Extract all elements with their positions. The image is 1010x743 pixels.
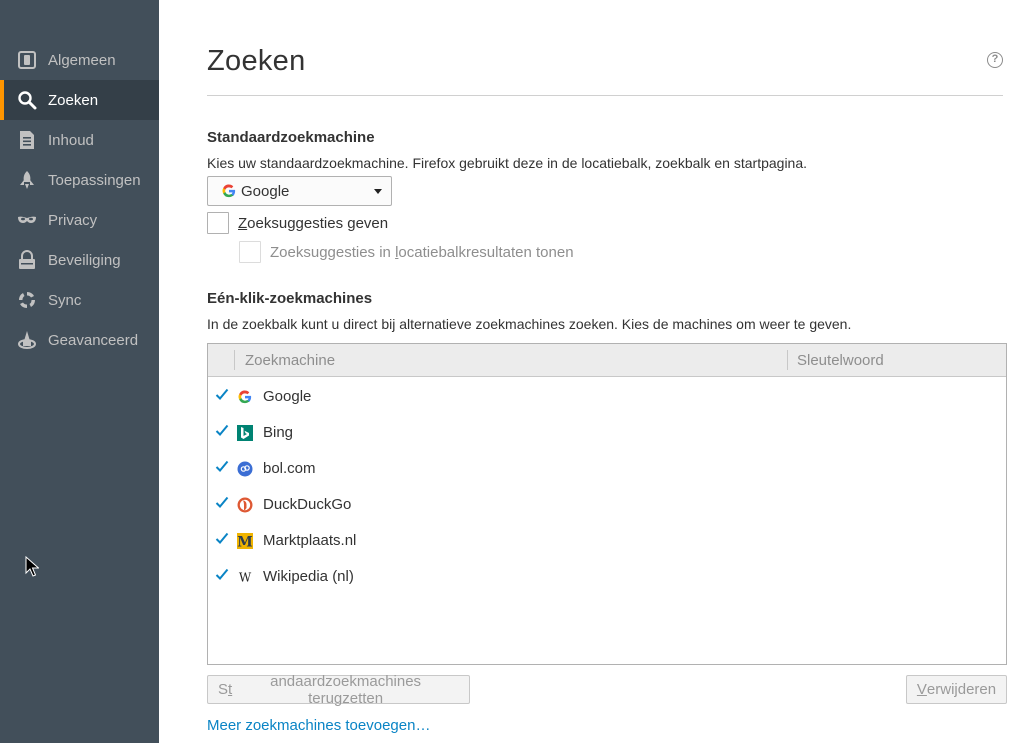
sidebar-item-label: Geavanceerd <box>48 331 139 349</box>
column-divider <box>234 350 235 370</box>
sidebar-item-inhoud[interactable]: Inhoud <box>0 120 159 160</box>
urlbar-suggestions-checkbox[interactable] <box>239 241 261 263</box>
sidebar-item-sync[interactable]: Sync <box>0 280 159 320</box>
checkmark-icon[interactable] <box>215 568 229 582</box>
engine-name: bol.com <box>263 460 316 477</box>
google-icon <box>237 389 253 405</box>
applications-icon <box>17 170 37 190</box>
remove-engine-button[interactable]: Verwijderen <box>906 675 1007 704</box>
sidebar-item-label: Inhoud <box>48 131 94 149</box>
column-header-keyword[interactable]: Sleutelwoord <box>797 352 884 369</box>
engine-name: Google <box>263 388 312 405</box>
title-divider <box>207 95 1003 96</box>
default-engine-select[interactable]: Google <box>207 176 392 206</box>
suggestions-option[interactable]: Zoeksuggesties geven <box>207 212 388 234</box>
page-title: Zoeken <box>207 45 306 77</box>
sidebar-item-label: Algemeen <box>48 51 116 69</box>
security-lock-icon <box>17 250 37 270</box>
engine-list: Google Bing bol.com DuckDuckGo M Marktpl… <box>208 379 1006 595</box>
engine-row-bolcom[interactable]: bol.com <box>208 451 1006 487</box>
sidebar-item-privacy[interactable]: Privacy <box>0 200 159 240</box>
google-icon <box>222 184 236 198</box>
urlbar-suggestions-option: Zoeksuggesties in locatiebalkresultaten … <box>239 241 574 263</box>
sidebar-item-label: Beveiliging <box>48 251 121 269</box>
engine-row-marktplaats[interactable]: M Marktplaats.nl <box>208 523 1006 559</box>
one-click-description: In de zoekbalk kunt u direct bij alterna… <box>207 316 852 332</box>
duckduckgo-icon <box>237 497 253 513</box>
sidebar-item-toepassingen[interactable]: Toepassingen <box>0 160 159 200</box>
sidebar-item-zoeken[interactable]: Zoeken <box>0 80 159 120</box>
mouse-cursor-icon <box>25 556 39 577</box>
default-engine-title: Standaardzoekmachine <box>207 129 375 146</box>
bolcom-icon <box>237 461 253 477</box>
search-icon <box>17 90 37 110</box>
checkmark-icon[interactable] <box>215 388 229 402</box>
add-more-engines-link[interactable]: Meer zoekmachines toevoegen… <box>207 717 430 734</box>
privacy-mask-icon <box>17 210 37 230</box>
bing-icon <box>237 425 253 441</box>
table-header: Zoekmachine Sleutelwoord <box>208 344 1006 377</box>
engine-row-duckduckgo[interactable]: DuckDuckGo <box>208 487 1006 523</box>
sidebar-item-label: Sync <box>48 291 82 309</box>
wikipedia-icon: W <box>237 569 253 585</box>
sidebar-item-label: Toepassingen <box>48 171 141 189</box>
engine-row-google[interactable]: Google <box>208 379 1006 415</box>
engine-name: Marktplaats.nl <box>263 532 357 549</box>
svg-text:W: W <box>239 571 252 585</box>
one-click-engines-table: Zoekmachine Sleutelwoord Google Bing bol… <box>207 343 1007 665</box>
checkmark-icon[interactable] <box>215 496 229 510</box>
sidebar-item-label: Zoeken <box>48 91 99 109</box>
sync-icon <box>17 290 37 310</box>
chevron-down-icon <box>374 189 382 194</box>
sidebar-item-algemeen[interactable]: Algemeen <box>0 40 159 80</box>
sidebar: Algemeen Zoeken Inhoud Toepassingen Priv… <box>0 0 159 743</box>
checkmark-icon[interactable] <box>215 424 229 438</box>
advanced-wizard-icon <box>17 330 37 350</box>
restore-defaults-button[interactable]: St andaardzoekmachines terugzetten <box>207 673 470 707</box>
help-icon[interactable]: ? <box>987 52 1003 68</box>
sidebar-item-geavanceerd[interactable]: Geavanceerd <box>0 320 159 360</box>
engine-name: DuckDuckGo <box>263 496 352 513</box>
content-icon <box>17 130 37 150</box>
column-divider <box>787 350 788 370</box>
marktplaats-icon: M <box>237 533 253 549</box>
sidebar-item-label: Privacy <box>48 211 98 229</box>
urlbar-suggestions-label: Zoeksuggesties in locatiebalkresultaten … <box>270 243 574 261</box>
main-panel: Zoeken ? Standaardzoekmachine Kies uw st… <box>207 0 1007 743</box>
engine-row-wikipedia[interactable]: W Wikipedia (nl) <box>208 559 1006 595</box>
checkmark-icon[interactable] <box>215 460 229 474</box>
column-header-engine[interactable]: Zoekmachine <box>245 352 335 369</box>
general-icon <box>17 50 37 70</box>
one-click-title: Eén-klik-zoekmachines <box>207 290 373 307</box>
suggestions-checkbox[interactable] <box>207 212 229 234</box>
engine-row-bing[interactable]: Bing <box>208 415 1006 451</box>
engine-name: Bing <box>263 424 294 441</box>
sidebar-nav: Algemeen Zoeken Inhoud Toepassingen Priv… <box>0 40 159 360</box>
checkmark-icon[interactable] <box>215 532 229 546</box>
engine-name: Wikipedia (nl) <box>263 568 354 585</box>
default-engine-description: Kies uw standaardzoekmachine. Firefox ge… <box>207 155 808 171</box>
suggestions-label: Zoeksuggesties geven <box>238 214 389 232</box>
default-engine-value: Google <box>241 182 290 200</box>
svg-text:M: M <box>237 535 253 550</box>
sidebar-item-beveiliging[interactable]: Beveiliging <box>0 240 159 280</box>
